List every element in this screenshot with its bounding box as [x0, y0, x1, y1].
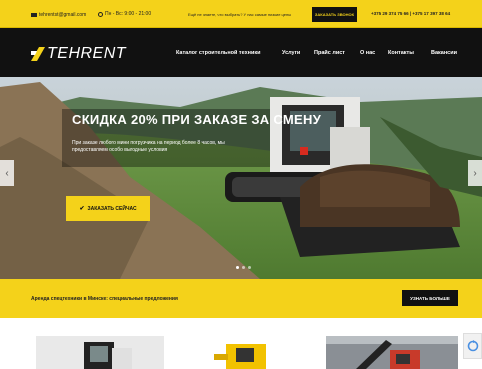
slider-dot[interactable]	[242, 266, 245, 269]
hero-slider	[0, 77, 482, 279]
recaptcha-badge[interactable]	[463, 333, 482, 359]
header-question: Ещё не знаете, что выбрать? У нас самые …	[188, 12, 292, 17]
header-phones[interactable]: +375 29 374 75 66 | +375 17 397 38 64	[371, 11, 450, 16]
working-hours: Пн - Вс: 9:00 - 21:00	[98, 11, 151, 17]
card-image	[36, 336, 164, 369]
card-image	[326, 336, 458, 369]
check-icon: ✔	[79, 206, 85, 212]
slider-next-button[interactable]: ›	[468, 160, 482, 186]
hero-description: При заказе любого мини погрузчика на пер…	[72, 140, 225, 153]
catalog-card-telehandler[interactable]	[326, 336, 458, 369]
nav-item-services[interactable]: Услуги	[282, 50, 300, 56]
nav-item-about[interactable]: О нас	[360, 50, 375, 56]
header-email[interactable]: tehrentst@gmail.com	[31, 11, 86, 19]
page: tehrentst@gmail.com Пн - Вс: 9:00 - 21:0…	[0, 0, 482, 369]
recaptcha-icon	[467, 340, 478, 352]
slider-dots	[236, 266, 254, 269]
nav-item-catalog[interactable]: Каталог строительной техники	[176, 50, 260, 56]
slider-dot[interactable]	[248, 266, 251, 269]
order-now-label: ЗАКАЗАТЬ СЕЙЧАС	[87, 205, 137, 212]
card-image	[196, 336, 286, 369]
main-menu: Каталог строительной техники Услуги Прай…	[0, 50, 482, 60]
envelope-icon	[31, 13, 37, 17]
learn-more-button[interactable]: УЗНАТЬ БОЛЬШЕ	[402, 290, 458, 306]
slider-prev-button[interactable]: ‹	[0, 160, 14, 186]
hero-image	[0, 77, 482, 279]
nav-item-vacancies[interactable]: Вакансии	[431, 50, 457, 56]
catalog-card-excavator[interactable]	[196, 336, 286, 369]
nav-item-contacts[interactable]: Контакты	[388, 50, 414, 56]
order-now-button[interactable]: ✔ ЗАКАЗАТЬ СЕЙЧАС	[66, 196, 150, 221]
hero-title: СКИДКА 20% ПРИ ЗАКАЗЕ ЗА СМЕНУ	[72, 112, 322, 127]
slider-dot[interactable]	[236, 266, 239, 269]
catalog-card-loader[interactable]	[36, 336, 164, 369]
header-email-text: tehrentst@gmail.com	[39, 12, 87, 18]
clock-icon	[98, 11, 103, 17]
promo-text: Аренда спецтехники в Минске: специальные…	[31, 296, 178, 302]
request-call-button[interactable]: ЗАКАЗАТЬ ЗВОНОК	[312, 7, 357, 22]
working-hours-text: Пн - Вс: 9:00 - 21:00	[105, 11, 152, 17]
nav-item-price-list[interactable]: Прайс лист	[314, 50, 345, 56]
